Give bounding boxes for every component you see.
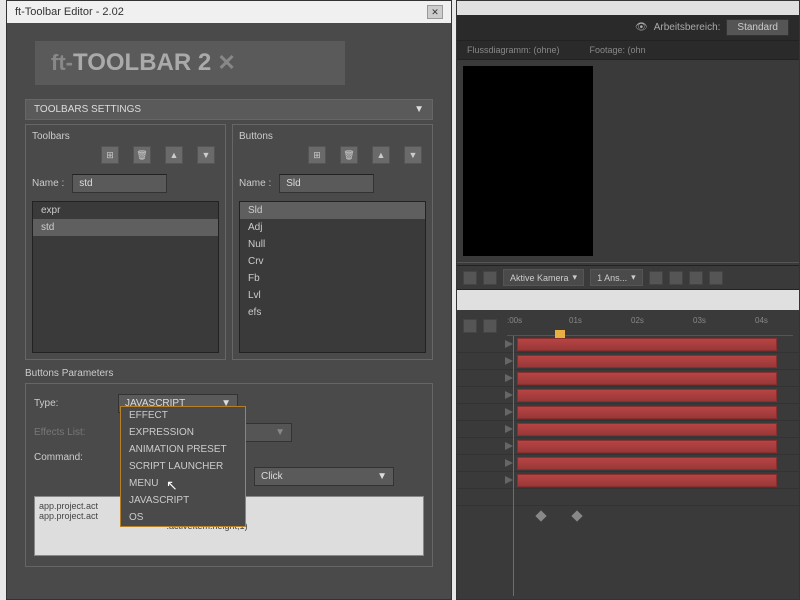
settings-label: TOOLBARS SETTINGS — [34, 104, 141, 115]
tool-icon[interactable] — [649, 271, 663, 285]
list-item[interactable]: Crv — [240, 253, 425, 270]
type-menu: EFFECT EXPRESSION ANIMATION PRESET SCRIP… — [120, 406, 246, 527]
chevron-down-icon: ▼ — [414, 104, 424, 115]
chevron-down-icon: ▼ — [377, 471, 387, 482]
expand-icon[interactable] — [505, 442, 513, 450]
menu-item-script[interactable]: SCRIPT LAUNCHER — [121, 458, 245, 475]
timeline: :00s 01s 02s 03s 04s — [457, 310, 799, 518]
titlebar: ft-Toolbar Editor - 2.02 ✕ — [7, 1, 451, 23]
eye-icon[interactable]: 👁 — [635, 22, 648, 33]
keyframe-icon[interactable] — [535, 510, 546, 521]
chevron-down-icon: ▼ — [275, 427, 285, 438]
timeline-rows — [457, 336, 799, 518]
up-icon[interactable]: ▲ — [165, 146, 183, 164]
add-icon[interactable]: ⊞ — [308, 146, 326, 164]
list-item[interactable]: Sld — [240, 202, 425, 219]
menu-item-preset[interactable]: ANIMATION PRESET — [121, 441, 245, 458]
keyframe-icon[interactable] — [571, 510, 582, 521]
table-row[interactable] — [457, 404, 799, 421]
table-row[interactable] — [457, 336, 799, 353]
type-label: Type: — [34, 398, 110, 409]
delete-icon[interactable]: 🗑 — [133, 146, 151, 164]
tab-footage[interactable]: Footage: (ohn — [590, 45, 646, 55]
views-dropdown[interactable]: 1 Ans...▾ — [590, 269, 643, 286]
click-dropdown[interactable]: Click ▼ — [254, 467, 394, 486]
toolbars-label: Toolbars — [32, 131, 219, 142]
table-row[interactable] — [457, 421, 799, 438]
expand-icon[interactable] — [505, 391, 513, 399]
name-label: Name : — [239, 178, 271, 189]
expand-icon[interactable] — [505, 374, 513, 382]
ae-window: 👁 Arbeitsbereich: Standard Flussdiagramm… — [456, 0, 800, 600]
buttons-panel: Buttons ⊞ 🗑 ▲ ▼ Name : Sld Adj Null Crv … — [232, 124, 433, 360]
grid-icon[interactable] — [463, 271, 477, 285]
expand-icon[interactable] — [505, 357, 513, 365]
time-ruler[interactable]: :00s 01s 02s 03s 04s — [507, 316, 793, 336]
table-row[interactable] — [457, 489, 799, 506]
tl-icon[interactable] — [483, 319, 497, 333]
tool-icon[interactable] — [689, 271, 703, 285]
list-item[interactable]: std — [33, 219, 218, 236]
workspace-label: Arbeitsbereich: — [654, 22, 721, 33]
toolbar-name-input[interactable] — [72, 174, 167, 193]
menu-item-menu[interactable]: MENU — [121, 475, 245, 492]
name-label: Name : — [32, 178, 64, 189]
list-item[interactable]: Fb — [240, 270, 425, 287]
mask-icon[interactable] — [483, 271, 497, 285]
table-row[interactable] — [457, 438, 799, 455]
workspace-dropdown[interactable]: Standard — [726, 19, 789, 36]
tool-icon[interactable] — [669, 271, 683, 285]
menu-item-effect[interactable]: EFFECT — [121, 407, 245, 424]
settings-dropdown[interactable]: TOOLBARS SETTINGS ▼ — [25, 99, 433, 120]
list-item[interactable]: Adj — [240, 219, 425, 236]
down-icon[interactable]: ▼ — [197, 146, 215, 164]
menu-item-javascript[interactable]: JAVASCRIPT — [121, 492, 245, 509]
table-row[interactable] — [457, 353, 799, 370]
logo: ft-TOOLBAR 2 ✕ — [35, 41, 345, 85]
chevron-down-icon: ▾ — [573, 272, 578, 283]
list-item[interactable]: efs — [240, 304, 425, 321]
menu-item-os[interactable]: OS — [121, 509, 245, 526]
table-row[interactable] — [457, 387, 799, 404]
tl-icon[interactable] — [463, 319, 477, 333]
effects-label: Effects List: — [34, 427, 110, 438]
button-name-input[interactable] — [279, 174, 374, 193]
down-icon[interactable]: ▼ — [404, 146, 422, 164]
logo-area: ft-TOOLBAR 2 ✕ — [7, 23, 451, 95]
list-item[interactable]: Lvl — [240, 287, 425, 304]
table-row[interactable] — [457, 455, 799, 472]
toolbars-list[interactable]: expr std — [32, 201, 219, 353]
command-label: Command: — [34, 452, 110, 463]
expand-icon[interactable] — [505, 408, 513, 416]
preview-viewport[interactable] — [463, 66, 593, 256]
expand-icon[interactable] — [505, 425, 513, 433]
tool-icon[interactable] — [709, 271, 723, 285]
table-row[interactable] — [457, 370, 799, 387]
list-item[interactable]: expr — [33, 202, 218, 219]
toolbars-panel: Toolbars ⊞ 🗑 ▲ ▼ Name : expr std — [25, 124, 226, 360]
params-label: Buttons Parameters — [25, 368, 433, 379]
tab-flowchart[interactable]: Flussdiagramm: (ohne) — [467, 45, 560, 55]
expand-icon[interactable] — [505, 459, 513, 467]
buttons-label: Buttons — [239, 131, 426, 142]
expand-icon[interactable] — [505, 340, 513, 348]
menu-item-expression[interactable]: EXPRESSION — [121, 424, 245, 441]
playhead[interactable] — [513, 336, 514, 596]
list-item[interactable]: Null — [240, 236, 425, 253]
delete-icon[interactable]: 🗑 — [340, 146, 358, 164]
chevron-down-icon: ▾ — [631, 272, 636, 283]
up-icon[interactable]: ▲ — [372, 146, 390, 164]
camera-dropdown[interactable]: Aktive Kamera▾ — [503, 269, 584, 286]
close-icon[interactable]: ✕ — [427, 5, 443, 19]
table-row[interactable] — [457, 472, 799, 489]
window-title: ft-Toolbar Editor - 2.02 — [15, 6, 124, 18]
buttons-list[interactable]: Sld Adj Null Crv Fb Lvl efs — [239, 201, 426, 353]
expand-icon[interactable] — [505, 476, 513, 484]
add-icon[interactable]: ⊞ — [101, 146, 119, 164]
